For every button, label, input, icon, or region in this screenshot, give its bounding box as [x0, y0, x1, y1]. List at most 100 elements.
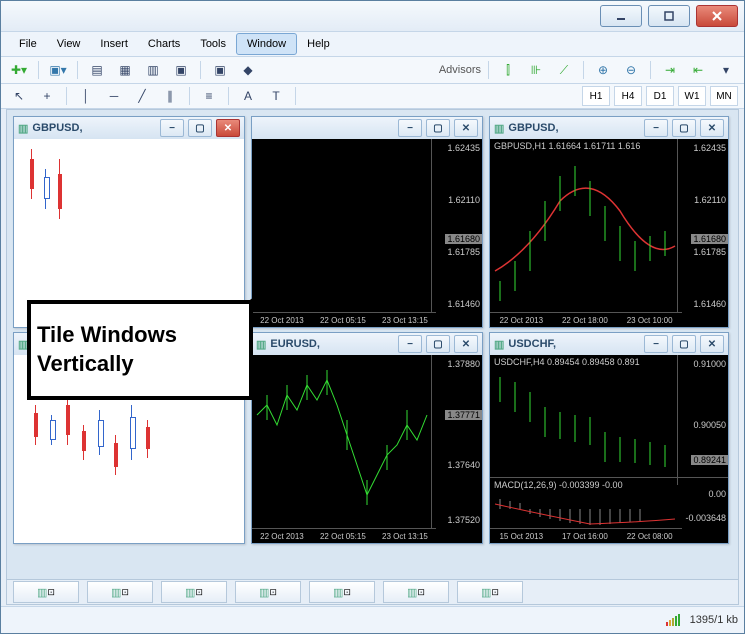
navigator-icon[interactable]: ▦	[113, 59, 137, 81]
chart-canvas[interactable]	[14, 139, 244, 327]
menu-file[interactable]: File	[9, 34, 47, 54]
menu-window[interactable]: Window	[236, 33, 297, 55]
indicators-icon[interactable]: ▾	[714, 59, 738, 81]
cursor-icon[interactable]: ↖	[7, 85, 31, 107]
chart-tabs: ▥ ⊡ ▥ ⊡ ▥ ⊡ ▥ ⊡ ▥ ⊡ ▥ ⊡ ▥ ⊡	[7, 579, 738, 604]
child-maximize[interactable]: ▢	[426, 119, 450, 137]
market-watch-icon[interactable]: ▤	[85, 59, 109, 81]
tf-h4[interactable]: H4	[614, 86, 642, 106]
crosshair-icon[interactable]: +	[35, 85, 59, 107]
chart-titlebar[interactable]: ▥ GBPUSD, − ▢ ✕	[14, 117, 244, 140]
chart-tab[interactable]: ▥ ⊡	[309, 581, 375, 603]
maximize-button[interactable]	[648, 5, 690, 27]
profiles-icon[interactable]: ▣▾	[46, 59, 70, 81]
chart-gbpusd-h1-white[interactable]: ▥ GBPUSD, − ▢ ✕	[13, 116, 245, 328]
chart-bars-icon[interactable]: ⫿	[496, 59, 520, 81]
chart-tab[interactable]: ▥ ⊡	[13, 581, 79, 603]
chart-canvas[interactable]: USDCHF,H4 0.89454 0.89458 0.891 0.91000 …	[490, 355, 728, 543]
hline-icon[interactable]: ─	[102, 85, 126, 107]
statusbar: 1395/1 kb	[1, 606, 744, 633]
chart-titlebar[interactable]: ▥ USDCHF, − ▢ ✕	[490, 333, 728, 356]
auto-scroll-icon[interactable]: ⇥	[658, 59, 682, 81]
menu-view[interactable]: View	[47, 34, 91, 54]
chart-line-icon[interactable]: ⟋	[552, 59, 576, 81]
chart-tab[interactable]: ▥ ⊡	[457, 581, 523, 603]
new-chart-icon[interactable]: ✚▾	[7, 59, 31, 81]
chart-titlebar[interactable]: ▥ GBPUSD, − ▢ ✕	[490, 117, 728, 140]
connection-status: 1395/1 kb	[690, 614, 738, 626]
text-icon[interactable]: A	[236, 85, 260, 107]
child-close[interactable]: ✕	[700, 335, 724, 353]
chart-tab[interactable]: ▥ ⊡	[235, 581, 301, 603]
child-maximize[interactable]: ▢	[672, 335, 696, 353]
child-minimize[interactable]: −	[644, 335, 668, 353]
menu-help[interactable]: Help	[297, 34, 340, 54]
menubar: File View Insert Charts Tools Window Hel…	[1, 32, 744, 57]
meta-icon[interactable]: ◆	[236, 59, 260, 81]
vline-icon[interactable]: │	[74, 85, 98, 107]
tf-w1[interactable]: W1	[678, 86, 706, 106]
child-minimize[interactable]: −	[644, 119, 668, 137]
terminal-icon[interactable]: ▥	[141, 59, 165, 81]
menu-insert[interactable]: Insert	[90, 34, 138, 54]
macd-y1: -0.003648	[685, 513, 726, 523]
tester-icon[interactable]: ▣	[169, 59, 193, 81]
child-maximize[interactable]: ▢	[426, 335, 450, 353]
tab-icon: ▥	[481, 586, 491, 599]
zoom-out-icon[interactable]: ⊖	[619, 59, 643, 81]
trendline-icon[interactable]: ╱	[130, 85, 154, 107]
child-minimize[interactable]: −	[160, 119, 184, 137]
minimize-button[interactable]	[600, 5, 642, 27]
close-button[interactable]	[696, 5, 738, 27]
child-close[interactable]: ✕	[216, 119, 240, 137]
menu-tools[interactable]: Tools	[190, 34, 236, 54]
chart-icon: ▥	[494, 122, 504, 135]
channel-icon[interactable]: ∥	[158, 85, 182, 107]
chart-tab[interactable]: ▥ ⊡	[87, 581, 153, 603]
child-close[interactable]: ✕	[700, 119, 724, 137]
app-window: File View Insert Charts Tools Window Hel…	[0, 0, 745, 634]
chart-title-text: GBPUSD,	[32, 122, 82, 134]
tab-icon: ▥	[185, 586, 195, 599]
fibo-icon[interactable]: ≡	[197, 85, 221, 107]
new-order-icon[interactable]: ▣	[208, 59, 232, 81]
chart-usdchf-h4[interactable]: ▥ USDCHF, − ▢ ✕ USDCHF,H4 0.89454 0.8945…	[489, 332, 729, 544]
tab-icon: ▥	[333, 586, 343, 599]
y-axis: 1.62435 1.62110 1.61785 1.61460	[677, 139, 728, 313]
child-minimize[interactable]: −	[398, 119, 422, 137]
workspace: ▥ GBPUSD, − ▢ ✕ ▥ EURUSD, − ▢ ✕	[6, 109, 739, 605]
child-maximize[interactable]: ▢	[672, 119, 696, 137]
child-close[interactable]: ✕	[454, 119, 478, 137]
chart-titlebar[interactable]: − ▢ ✕	[252, 117, 482, 140]
chart-canvas[interactable]: GBPUSD,H1 1.61664 1.61711 1.616 1.62435 …	[490, 139, 728, 327]
toolbar-drawing: ↖ + │ ─ ╱ ∥ ≡ A T H1 H4 D1 W1 MN	[1, 84, 744, 109]
toolbar-main: ✚▾ ▣▾ ▤ ▦ ▥ ▣ ▣ ◆ Advisors ⫿ ⊪ ⟋ ⊕ ⊖ ⇥ ⇤…	[1, 57, 744, 84]
chart-canvas[interactable]: 1.37880 1.37640 1.37520 1.37771 22 Oct 2…	[252, 355, 482, 543]
chart-shift-icon[interactable]: ⇤	[686, 59, 710, 81]
chart-gbpusd-h1-black[interactable]: ▥ GBPUSD, − ▢ ✕ GBPUSD,H1 1.61664 1.6171…	[489, 116, 729, 328]
annotation-callout: Tile Windows Vertically	[27, 300, 253, 400]
child-minimize[interactable]: −	[398, 335, 422, 353]
chart-tab[interactable]: ▥ ⊡	[161, 581, 227, 603]
chart-title-text: GBPUSD,	[508, 122, 558, 134]
price-tag: 1.61680	[445, 234, 482, 244]
tab-icon: ▥	[111, 586, 121, 599]
chart-titlebar[interactable]: ▥ EURUSD, − ▢ ✕	[252, 333, 482, 356]
menu-charts[interactable]: Charts	[138, 34, 190, 54]
connection-signal-icon	[666, 614, 680, 626]
advisors-label: Advisors	[439, 64, 481, 76]
tf-mn[interactable]: MN	[710, 86, 738, 106]
child-maximize[interactable]: ▢	[188, 119, 212, 137]
chart-icon: ▥	[494, 338, 504, 351]
tf-h1[interactable]: H1	[582, 86, 610, 106]
chart-tab[interactable]: ▥ ⊡	[383, 581, 449, 603]
x-axis: 15 Oct 201317 Oct 16:0022 Oct 08:00	[490, 528, 682, 543]
chart-info: GBPUSD,H1 1.61664 1.61711 1.616	[494, 141, 640, 151]
text-label-icon[interactable]: T	[264, 85, 288, 107]
chart-eurusd-h1-bottom[interactable]: ▥ EURUSD, − ▢ ✕	[251, 332, 483, 544]
child-close[interactable]: ✕	[454, 335, 478, 353]
chart-candles-icon[interactable]: ⊪	[524, 59, 548, 81]
tf-d1[interactable]: D1	[646, 86, 674, 106]
y-axis: 0.91000 0.90050	[677, 355, 728, 485]
zoom-in-icon[interactable]: ⊕	[591, 59, 615, 81]
